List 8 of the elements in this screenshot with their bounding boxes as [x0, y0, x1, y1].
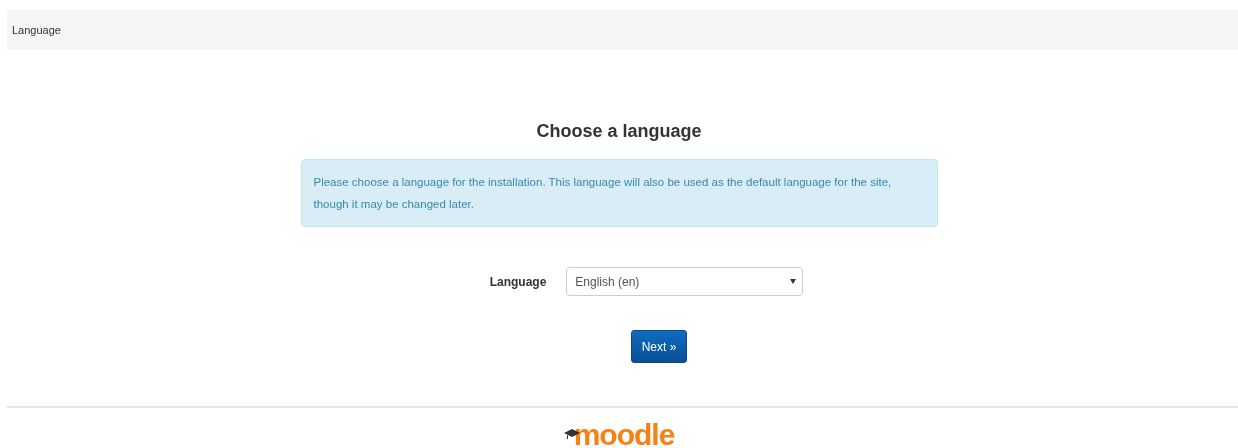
notice-text: Please choose a language for the installation. This language will also be used as the default language for the site, though it may be changed later.	[313, 176, 892, 210]
language-select[interactable]: English (en)	[566, 267, 804, 296]
heading: Choose a language	[535, 120, 703, 142]
field-label: Language	[489, 274, 547, 289]
caret-icon	[790, 279, 797, 284]
next-button[interactable]: Next »	[630, 330, 688, 363]
page-title: Language	[12, 24, 61, 36]
logo: moodle	[0, 420, 1238, 448]
